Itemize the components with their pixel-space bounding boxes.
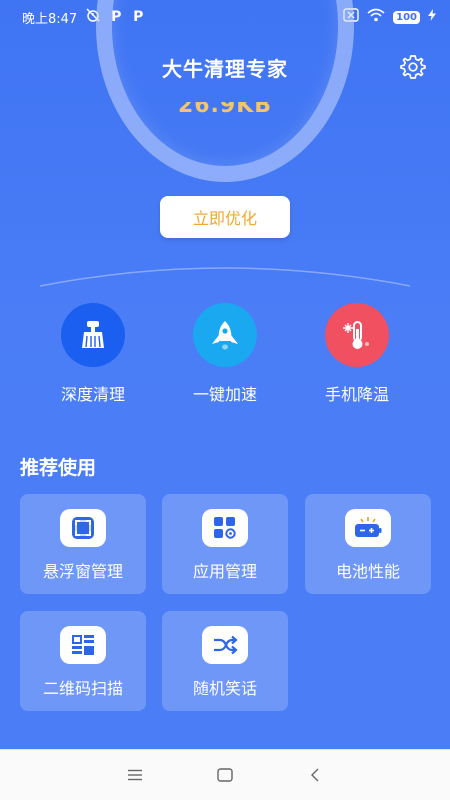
feature-row: 深度清理 一键加速 手机降温 (0, 300, 450, 428)
tool-floating-window[interactable]: 悬浮窗管理 (20, 494, 146, 594)
feature-speed-up[interactable]: 一键加速 (160, 300, 290, 405)
app-header: 大牛清理专家 (0, 34, 450, 100)
floating-window-icon (60, 509, 106, 547)
back-icon (311, 768, 319, 782)
menu-button[interactable] (120, 760, 150, 790)
home-icon (217, 768, 233, 782)
recommend-section: 推荐使用 悬浮窗管理 应用管理 电池性能 二维码扫描 随机笑话 (0, 429, 450, 749)
system-nav-bar (0, 749, 450, 800)
tool-label: 随机笑话 (192, 679, 257, 698)
battery-indicator: 100 (393, 10, 420, 24)
page-title: 大牛清理专家 (162, 56, 288, 81)
settings-button[interactable] (398, 52, 428, 82)
feature-label: 深度清理 (60, 385, 125, 404)
app-screen: 晚上8:47 P P 100 大牛清理专家 26.9KB 立即优化 深度清理 一… (0, 0, 450, 800)
shuffle-icon (202, 626, 248, 664)
battery-icon (345, 509, 391, 547)
broom-icon (61, 303, 125, 367)
home-button[interactable] (210, 760, 240, 790)
tool-label: 悬浮窗管理 (42, 562, 123, 581)
rocket-icon (193, 303, 257, 367)
feature-label: 一键加速 (192, 385, 257, 404)
tool-label: 应用管理 (192, 562, 257, 581)
gear-icon (400, 55, 426, 79)
feature-label: 手机降温 (324, 385, 389, 404)
status-time: 晚上8:47 (22, 11, 78, 27)
tool-qr-scan[interactable]: 二维码扫描 (20, 611, 146, 711)
menu-icon (128, 769, 142, 781)
thermometer-icon (325, 303, 389, 367)
tool-app-manager[interactable]: 应用管理 (162, 494, 288, 594)
section-title: 推荐使用 (20, 457, 97, 479)
wifi-icon (367, 8, 385, 26)
tool-battery-performance[interactable]: 电池性能 (305, 494, 431, 594)
app-grid-icon (202, 509, 248, 547)
tool-random-joke[interactable]: 随机笑话 (162, 611, 288, 711)
status-right: 100 (343, 8, 436, 26)
back-button[interactable] (300, 760, 330, 790)
feature-deep-clean[interactable]: 深度清理 (28, 300, 158, 405)
qr-scan-icon (60, 626, 106, 664)
tool-label: 电池性能 (335, 562, 400, 581)
optimize-button[interactable]: 立即优化 (160, 196, 290, 238)
feature-cool-down[interactable]: 手机降温 (292, 300, 422, 405)
tool-label: 二维码扫描 (42, 679, 123, 698)
charging-icon (428, 9, 436, 25)
